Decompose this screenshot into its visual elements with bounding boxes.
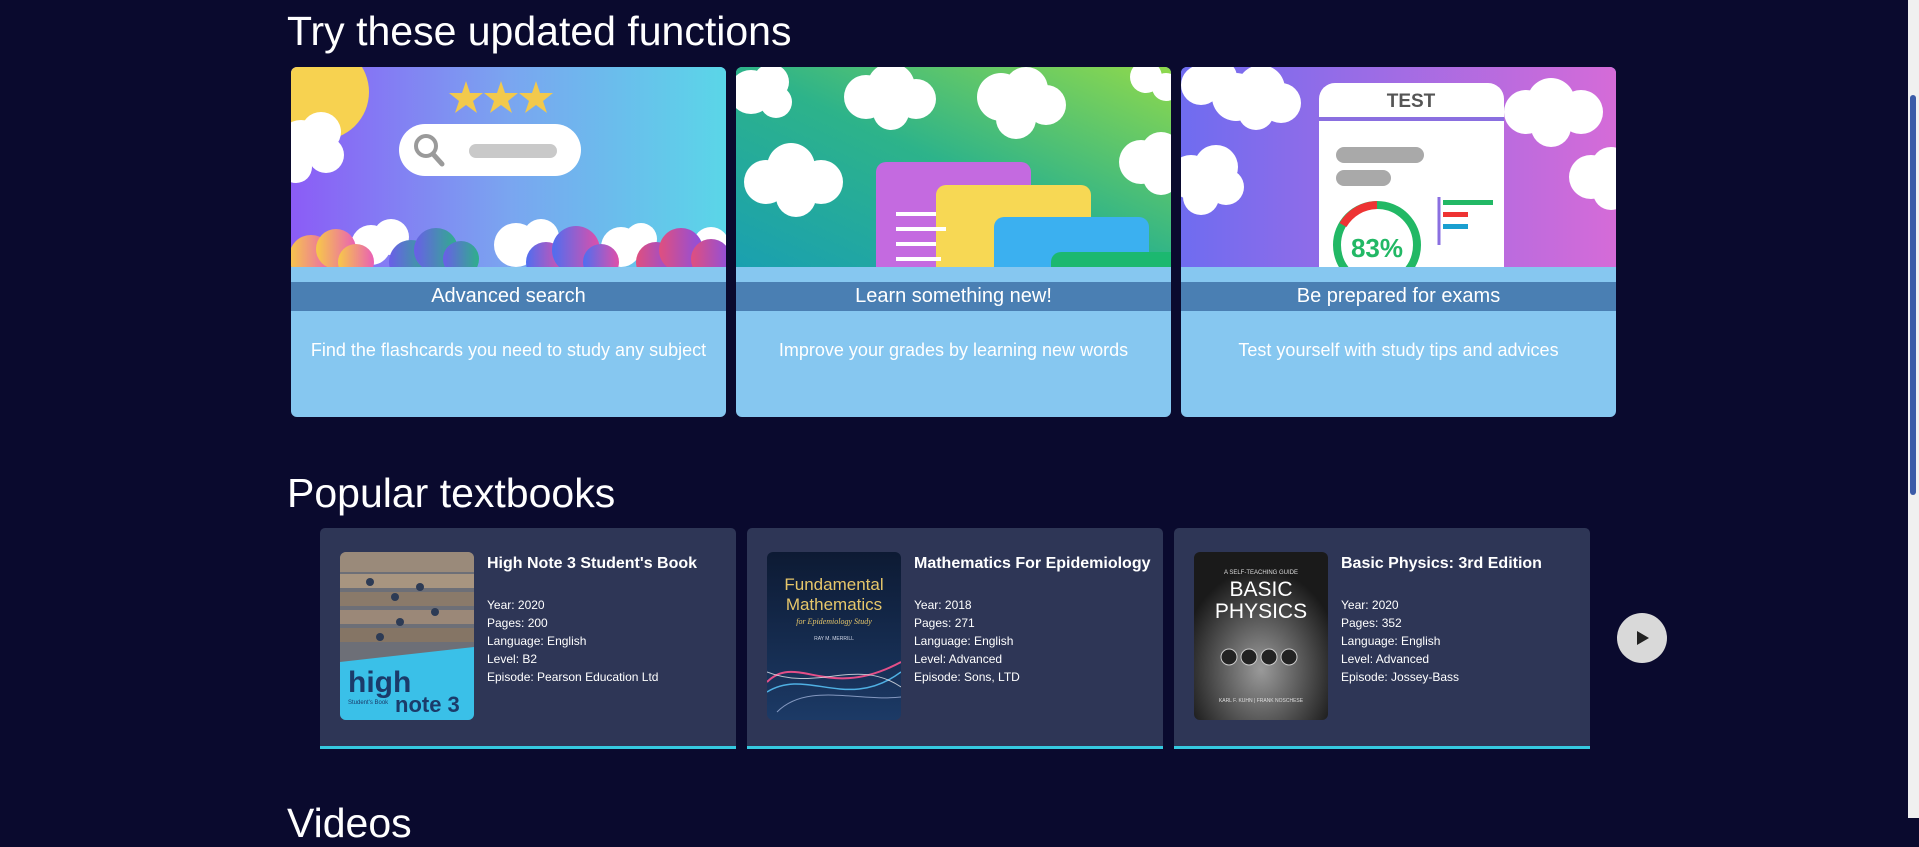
feature-description: Find the flashcards you need to study an…: [310, 340, 707, 360]
book-pages: Pages: 200: [487, 616, 548, 630]
test-illustration: TEST 83%: [1181, 67, 1616, 267]
cover-line-1: BASIC: [1229, 578, 1292, 601]
book-meta: Year: 2020 Pages: 352 Language: English …: [1341, 596, 1459, 686]
book-year: Year: 2020: [487, 598, 545, 612]
play-arrow-icon: [1637, 631, 1649, 645]
feature-title: Be prepared for exams: [1181, 282, 1616, 311]
textbooks-section-title: Popular textbooks: [287, 470, 616, 516]
book-cover-image: high note 3 Student's Book: [340, 552, 474, 720]
book-pages: Pages: 271: [914, 616, 975, 630]
book-year: Year: 2018: [914, 598, 972, 612]
page-scrollbar[interactable]: [1908, 0, 1919, 818]
features-section-title: Try these updated functions: [287, 8, 792, 54]
book-meta: Year: 2018 Pages: 271 Language: English …: [914, 596, 1020, 686]
book-pages: Pages: 352: [1341, 616, 1402, 630]
cover-author: RAY M. MERRILL: [814, 636, 854, 642]
feature-title: Advanced search: [291, 282, 726, 311]
scrollbar-thumb[interactable]: [1910, 95, 1916, 495]
cover-caption: Student's Book: [348, 700, 389, 706]
book-language: Language: English: [914, 634, 1014, 648]
test-score: 83%: [1351, 233, 1403, 263]
videos-section-title: Videos: [287, 800, 412, 846]
book-title[interactable]: Basic Physics: 3rd Edition: [1341, 555, 1542, 573]
cover-line-3: for Epidemiology Study: [796, 617, 872, 626]
book-episode: Episode: Pearson Education Ltd: [487, 670, 659, 684]
carousel-next-button[interactable]: [1617, 613, 1667, 663]
book-year: Year: 2020: [1341, 598, 1399, 612]
feature-description: Improve your grades by learning new word…: [778, 340, 1129, 360]
features-row: Advanced search Find the flashcards you …: [291, 67, 1619, 417]
book-language: Language: English: [1341, 634, 1441, 648]
flashcards-illustration: [736, 67, 1171, 267]
book-episode: Episode: Jossey-Bass: [1341, 670, 1460, 684]
cover-line-2: PHYSICS: [1215, 600, 1307, 623]
cover-line-1: Fundamental: [784, 575, 883, 594]
feature-card-exams[interactable]: TEST 83% Be prepared for exams Test your…: [1181, 67, 1616, 417]
textbook-card-high-note-3[interactable]: high note 3 Student's Book High Note 3 S…: [320, 528, 736, 749]
cover-sub-text: note 3: [395, 692, 460, 717]
search-illustration: [291, 67, 726, 267]
book-cover-image: Fundamental Mathematics for Epidemiology…: [767, 552, 901, 720]
textbooks-carousel: high note 3 Student's Book High Note 3 S…: [320, 528, 1640, 749]
feature-description: Test yourself with study tips and advice…: [1238, 340, 1559, 360]
book-level: Level: Advanced: [914, 652, 1003, 666]
book-language: Language: English: [487, 634, 587, 648]
feature-card-advanced-search[interactable]: Advanced search Find the flashcards you …: [291, 67, 726, 417]
book-episode: Episode: Sons, LTD: [914, 670, 1020, 684]
book-cover-image: A SELF-TEACHING GUIDE BASIC PHYSICS KARL…: [1194, 552, 1328, 720]
book-title[interactable]: Mathematics For Epidemiology: [914, 555, 1150, 573]
textbook-card-basic-physics[interactable]: A SELF-TEACHING GUIDE BASIC PHYSICS KARL…: [1174, 528, 1590, 749]
cover-tagline: A SELF-TEACHING GUIDE: [1224, 570, 1298, 576]
book-meta: Year: 2020 Pages: 200 Language: English …: [487, 596, 658, 686]
textbook-card-mathematics-epidemiology[interactable]: Fundamental Mathematics for Epidemiology…: [747, 528, 1163, 749]
feature-title: Learn something new!: [736, 282, 1171, 311]
cover-line-2: Mathematics: [786, 595, 882, 614]
book-level: Level: Advanced: [1341, 652, 1430, 666]
book-level: Level: B2: [487, 652, 538, 666]
feature-card-learn[interactable]: Learn something new! Improve your grades…: [736, 67, 1171, 417]
cover-authors: KARL F. KUHN | FRANK NOSCHESE: [1219, 698, 1304, 704]
book-title[interactable]: High Note 3 Student's Book: [487, 555, 697, 573]
test-label: TEST: [1387, 91, 1436, 112]
